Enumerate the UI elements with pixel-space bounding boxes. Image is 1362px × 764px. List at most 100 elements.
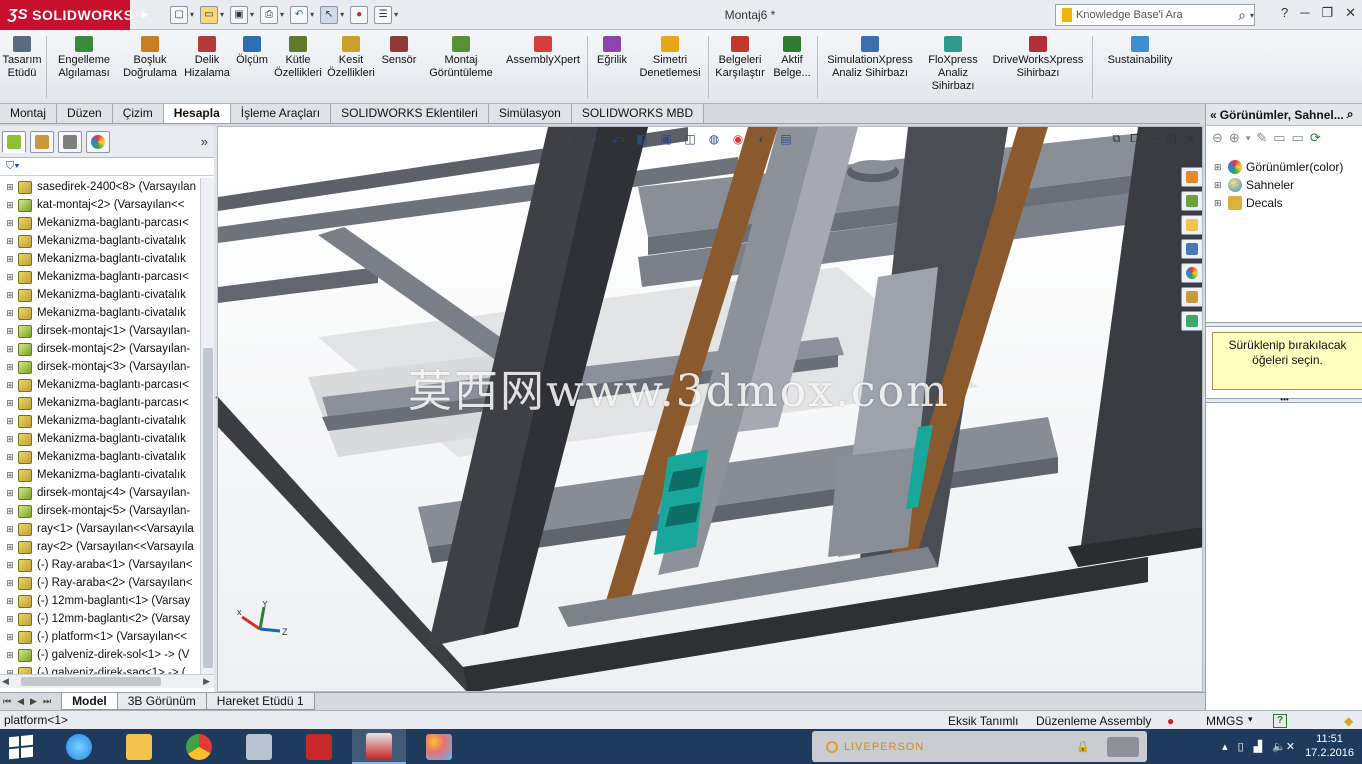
file-properties-icon[interactable]: ☰ bbox=[374, 5, 393, 24]
filter-icon[interactable]: ⛉▾ bbox=[6, 160, 20, 173]
collapse-task-pane-icon[interactable]: « bbox=[1210, 108, 1217, 122]
expand-icon[interactable]: ⊞ bbox=[4, 506, 16, 517]
bottom-tab-0[interactable]: Model bbox=[61, 693, 118, 710]
cmd-clearance-button[interactable]: Boşluk Doğrulama bbox=[119, 36, 181, 80]
tree-item[interactable]: ⊞ (-) platform<1> (Varsayılan<< bbox=[0, 628, 200, 646]
cmd-curvature-button[interactable]: Eğrilik bbox=[590, 36, 634, 67]
network-signal-icon[interactable]: ▟ bbox=[1254, 740, 1262, 753]
expand-icon[interactable]: ⊞ bbox=[4, 344, 16, 355]
tree-item[interactable]: ⊞ (-) Ray-araba<2> (Varsayılan< bbox=[0, 574, 200, 592]
tree-horizontal-scrollbar[interactable]: ◀ ▶ bbox=[0, 674, 214, 688]
minimize-icon[interactable]: ─ bbox=[1300, 5, 1309, 21]
expand-icon[interactable]: ⊞ bbox=[1214, 198, 1224, 209]
taskbar-paint[interactable] bbox=[412, 729, 466, 764]
last-tab-icon[interactable]: ⏭ bbox=[40, 696, 54, 707]
property-manager-tab[interactable] bbox=[30, 130, 54, 153]
expand-icon[interactable]: ⊞ bbox=[4, 308, 16, 319]
tree-item[interactable]: ⊞ dirsek-montaj<3> (Varsayılan- bbox=[0, 358, 200, 376]
taskbar-solidworks[interactable] bbox=[352, 729, 406, 764]
taskbar-clock[interactable]: 11:51 17.2.2016 bbox=[1305, 732, 1354, 760]
rebuild-status-icon[interactable]: ● bbox=[1167, 714, 1174, 728]
tab-6[interactable]: Simülasyon bbox=[488, 104, 572, 123]
tree-scroll-thumb[interactable] bbox=[203, 348, 213, 668]
units-dropdown-icon[interactable]: ▾ bbox=[1248, 714, 1253, 725]
expand-icon[interactable]: ⊞ bbox=[1214, 162, 1224, 173]
tree-item[interactable]: ⊞ dirsek-montaj<2> (Varsayılan- bbox=[0, 340, 200, 358]
expand-icon[interactable]: ⊞ bbox=[4, 272, 16, 283]
expand-icon[interactable]: ⊞ bbox=[4, 362, 16, 373]
expand-icon[interactable]: ⊞ bbox=[4, 542, 16, 553]
apply-scene-icon[interactable]: ◐ bbox=[754, 131, 770, 147]
cmd-assembly-visualization-button[interactable]: Montaj Görüntüleme bbox=[421, 36, 501, 80]
expand-icon[interactable]: ⊞ bbox=[4, 200, 16, 211]
nav-dropdown-icon[interactable]: ▾ bbox=[1246, 133, 1251, 144]
tab-3[interactable]: Hesapla bbox=[163, 104, 231, 123]
tray-overflow-icon[interactable]: ▴ bbox=[1222, 740, 1228, 753]
help-icon[interactable]: ? bbox=[1273, 714, 1287, 728]
viewport-link-icon[interactable]: ⧠ bbox=[1130, 133, 1139, 146]
task-pane-splitter[interactable] bbox=[1206, 322, 1362, 327]
tree-item[interactable]: ⊞ Mekanizma-baglantı-parcası< bbox=[0, 268, 200, 286]
tree-item[interactable]: ⊞ sasedirek-2400<8> (Varsayılan bbox=[0, 178, 200, 196]
cmd-section-properties-button[interactable]: Kesit Özellikleri bbox=[325, 36, 377, 80]
tab-7[interactable]: SOLIDWORKS MBD bbox=[571, 104, 705, 123]
print-icon[interactable]: ⎙ bbox=[260, 5, 279, 24]
section-view-icon[interactable]: ◧ bbox=[634, 131, 650, 147]
cmd-measure-button[interactable]: Ölçüm bbox=[233, 36, 271, 67]
design-library-tab[interactable] bbox=[1181, 191, 1202, 211]
expand-icon[interactable]: ⊞ bbox=[4, 398, 16, 409]
prev-tab-icon[interactable]: ◀ bbox=[14, 696, 27, 707]
expand-icon[interactable]: ⊞ bbox=[4, 236, 16, 247]
solidworks-logo[interactable]: ƷS SOLIDWORKS ▶ bbox=[0, 0, 149, 30]
close-icon[interactable]: ✕ bbox=[1345, 5, 1356, 21]
expand-icon[interactable]: ⊞ bbox=[4, 290, 16, 301]
zoom-to-area-icon[interactable]: ⌕ bbox=[586, 131, 602, 147]
cmd-sensor-button[interactable]: Sensör bbox=[377, 36, 421, 67]
view-palette-tab[interactable] bbox=[1181, 239, 1202, 259]
rebuild-traffic-light-icon[interactable]: ● bbox=[350, 5, 369, 24]
taskbar-calculator[interactable] bbox=[232, 729, 286, 764]
previous-view-icon[interactable]: ⤺ bbox=[610, 131, 626, 147]
tab-1[interactable]: Düzen bbox=[57, 104, 113, 123]
expand-icon[interactable]: ⊞ bbox=[4, 218, 16, 229]
tree-item[interactable]: ⊞ Mekanizma-baglantı-civatalık bbox=[0, 286, 200, 304]
appearances-tab[interactable] bbox=[1181, 263, 1202, 283]
back-icon[interactable]: ⊖ bbox=[1212, 130, 1223, 146]
expand-icon[interactable]: ⊞ bbox=[1214, 180, 1224, 191]
tree-item[interactable]: ⊞ Mekanizma-baglantı-civatalık bbox=[0, 430, 200, 448]
expand-icon[interactable]: ⊞ bbox=[4, 470, 16, 481]
expand-icon[interactable]: ⊞ bbox=[4, 614, 16, 625]
expand-icon[interactable]: ⊞ bbox=[4, 182, 16, 193]
tree-item[interactable]: ⊞ Mekanizma-baglantı-parcası< bbox=[0, 376, 200, 394]
open-folder-icon[interactable]: ▭ bbox=[200, 5, 219, 24]
viewport-close-icon[interactable]: ✕ bbox=[1187, 133, 1196, 146]
view-orientation-icon[interactable]: ▣ bbox=[658, 131, 674, 147]
scroll-left-icon[interactable]: ◀ bbox=[2, 676, 9, 687]
custom-properties-tab[interactable] bbox=[1181, 287, 1202, 307]
open-folder-icon[interactable]: ▭ bbox=[1273, 130, 1285, 146]
cmd-active-doc-button[interactable]: Aktif Belge... bbox=[769, 36, 815, 80]
tree-item[interactable]: ⊞ dirsek-montaj<1> (Varsayılan- bbox=[0, 322, 200, 340]
tree-item[interactable]: ⊞ dirsek-montaj<5> (Varsayılan- bbox=[0, 502, 200, 520]
liveperson-button[interactable] bbox=[1107, 736, 1139, 757]
taskbar-chrome[interactable] bbox=[172, 729, 226, 764]
cmd-design-study-button[interactable]: Tasarım Etüdü bbox=[0, 36, 44, 80]
knowledge-base-search[interactable]: Knowledge Base'i Ara ⌕ ▾ bbox=[1055, 4, 1255, 26]
display-style-icon[interactable]: ◫ bbox=[682, 131, 698, 147]
edit-appearance-icon[interactable]: ◉ bbox=[730, 131, 746, 147]
appearances-item[interactable]: ⊞ Görünümler(color) bbox=[1214, 158, 1362, 176]
device-icon[interactable]: ▯ bbox=[1238, 740, 1244, 753]
tree-item[interactable]: ⊞ (-) Ray-araba<1> (Varsayılan< bbox=[0, 556, 200, 574]
units-status[interactable]: MMGS bbox=[1206, 714, 1243, 728]
expand-icon[interactable]: ⊞ bbox=[4, 452, 16, 463]
cmd-symmetry-button[interactable]: Simetri Denetlemesi bbox=[634, 36, 706, 80]
expand-icon[interactable]: ⊞ bbox=[4, 524, 16, 535]
search-dropdown-icon[interactable]: ▾ bbox=[1250, 11, 1254, 20]
expand-icon[interactable]: ⊞ bbox=[4, 326, 16, 337]
expand-icon[interactable]: ⊞ bbox=[4, 254, 16, 265]
expand-icon[interactable]: ⊞ bbox=[4, 416, 16, 427]
expand-icon[interactable]: ⊞ bbox=[4, 434, 16, 445]
display-manager-tab[interactable] bbox=[86, 130, 110, 153]
file-explorer-tab[interactable] bbox=[1181, 215, 1202, 235]
feature-manager-tab[interactable] bbox=[2, 130, 26, 153]
